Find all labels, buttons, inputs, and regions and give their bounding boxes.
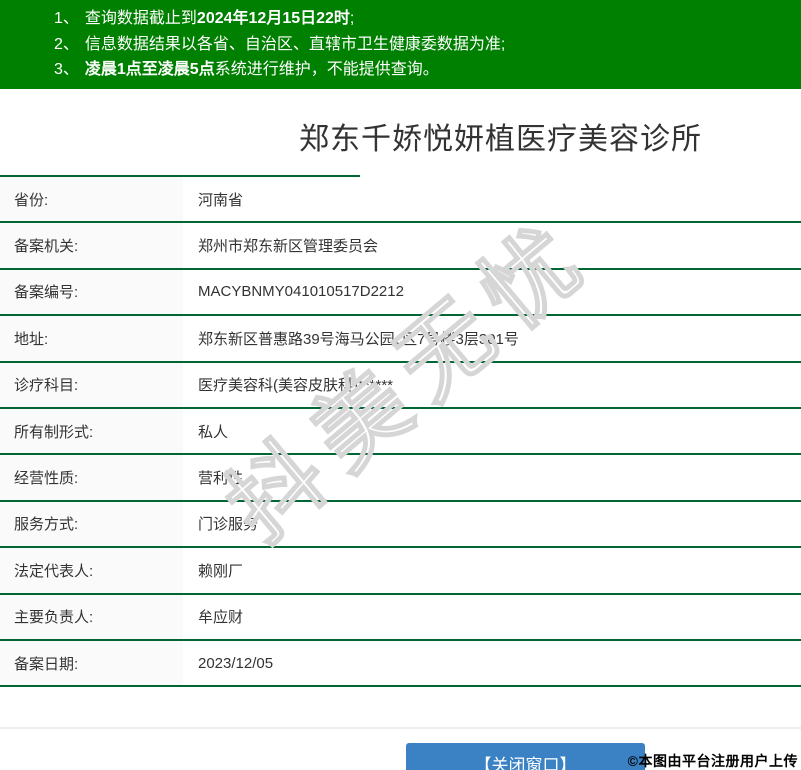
field-value: 营利性: [198, 470, 244, 488]
page-title: 郑东千娇悦妍植医疗美容诊所: [299, 123, 702, 156]
notice-item: 1、 查询数据截止到2024年12月15日22时;: [54, 6, 791, 32]
field-value: 河南省: [198, 191, 244, 209]
table-row: 主要负责人: 牟应财: [0, 594, 801, 641]
notice-text: ;: [349, 10, 355, 27]
table-row: 法定代表人: 赖刚厂: [0, 548, 801, 595]
table-row: 服务方式: 门诊服务: [0, 501, 801, 549]
notice-text: 系统进行维护，不能提供查询。: [214, 61, 439, 78]
field-label: 诊疗科目:: [0, 362, 183, 407]
footer: 【关闭窗口】 ©本图由平台注册用户上传: [0, 743, 801, 770]
field-label: 所有制形式:: [0, 408, 183, 454]
table-row: 地址: 郑东新区普惠路39号海马公园c区7号楼3层301号: [0, 316, 801, 363]
footer-separator: [0, 727, 801, 730]
notice-number: 3、: [54, 61, 79, 78]
table-row: 诊疗科目: 医疗美容科(美容皮肤科)******: [0, 362, 801, 409]
field-label: 备案机关:: [0, 223, 183, 268]
notice-text: 信息数据结果以各省、自治区、直辖市卫生健康委数据为准;: [84, 35, 506, 53]
notice-item: 3、 凌晨1点至凌晨5点系统进行维护，不能提供查询。: [54, 57, 791, 83]
table-row: 省份: 河南省: [0, 177, 801, 224]
field-value: 私人: [198, 423, 229, 441]
table-row: 经营性质: 营利性: [0, 455, 801, 502]
notice-number: 2、: [54, 35, 79, 53]
field-value: 医疗美容科(美容皮肤科)******: [198, 377, 394, 395]
field-value: 门诊服务: [198, 516, 259, 534]
table-row: 备案日期: 2023/12/05: [0, 640, 801, 688]
field-label: 备案编号:: [0, 269, 183, 315]
field-label: 省份:: [0, 177, 183, 222]
notice-bar: 1、 查询数据截止到2024年12月15日22时; 2、 信息数据结果以各省、自治区、…: [0, 0, 801, 89]
field-value: 赖刚厂: [198, 562, 244, 580]
field-label: 服务方式:: [0, 501, 183, 547]
notice-text: 2024年12月15日22时: [196, 10, 350, 27]
notice-text: 凌晨1点至凌晨5点: [84, 61, 215, 78]
field-label: 备案日期:: [0, 640, 183, 686]
table-row: 备案编号: MACYBNMY041010517D2212: [0, 269, 801, 317]
table-row: 备案机关: 郑州市郑东新区管理委员会: [0, 223, 801, 270]
field-value: MACYBNMY041010517D2212: [198, 283, 404, 301]
field-value: 牟应财: [198, 609, 244, 627]
field-label: 主要负责人:: [0, 594, 183, 639]
field-value: 郑东新区普惠路39号海马公园c区7号楼3层301号: [198, 330, 519, 348]
field-value: 郑州市郑东新区管理委员会: [198, 238, 379, 256]
close-window-button[interactable]: 【关闭窗口】: [406, 743, 645, 770]
field-label: 经营性质:: [0, 455, 183, 500]
table-row: 所有制形式: 私人: [0, 408, 801, 456]
copyright-badge: ©本图由平台注册用户上传: [627, 753, 798, 770]
field-label: 法定代表人:: [0, 548, 183, 593]
notice-number: 1、: [54, 10, 79, 27]
notice-text: 查询数据截止到: [84, 10, 197, 27]
field-label: 地址:: [0, 316, 183, 361]
field-value: 2023/12/05: [198, 654, 274, 672]
notice-item: 2、 信息数据结果以各省、自治区、直辖市卫生健康委数据为准;: [54, 32, 791, 58]
info-table: 省份: 河南省 备案机关: 郑州市郑东新区管理委员会 备案编号: MACYBNMY0410…: [0, 175, 801, 688]
